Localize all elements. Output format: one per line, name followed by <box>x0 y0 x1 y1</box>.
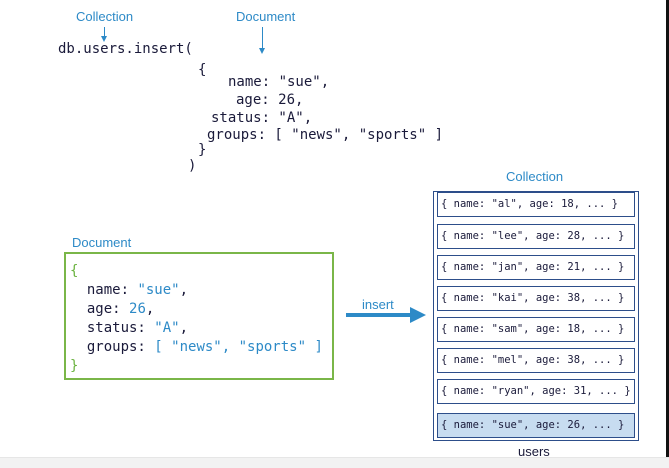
field-status-key: status: <box>86 320 155 336</box>
field-age-value: 26 <box>129 301 146 317</box>
code-line-close-paren: ) <box>188 158 197 174</box>
document-annotation: Document <box>236 9 296 24</box>
field-age-sep: , <box>145 301 155 317</box>
field-groups-key: groups: <box>86 339 155 355</box>
field-groups-value: [ "news", "sports" ] <box>154 339 323 355</box>
document-close-brace: } <box>70 358 79 374</box>
field-status-value: "A" <box>154 320 180 336</box>
insert-arrow <box>346 307 426 323</box>
collection-row: { name: "ryan", age: 31, ... } <box>437 379 635 404</box>
code-line-age: age: 26, <box>236 92 304 108</box>
collection-row: { name: "kai", age: 38, ... } <box>437 286 635 311</box>
field-age-key: age: <box>86 301 130 317</box>
collection-row-inserted: { name: "sue", age: 26, ... } <box>437 413 635 438</box>
code-line-close-brace: } <box>198 142 207 158</box>
document-code: { name: "sue", age: 26, status: "A", gro… <box>70 262 323 376</box>
collection-row: { name: "mel", age: 38, ... } <box>437 348 635 373</box>
field-name-key: name: <box>86 282 138 298</box>
collection-row: { name: "al", age: 18, ... } <box>437 192 635 217</box>
document-pointer-arrow <box>259 27 265 54</box>
bottom-edge <box>0 457 669 468</box>
collection-pointer-arrow <box>101 27 107 42</box>
field-name-sep: , <box>179 282 189 298</box>
insert-label: insert <box>362 297 394 312</box>
code-line-groups: groups: [ "news", "sports" ] <box>207 127 444 143</box>
code-line-call: db.users.insert( <box>58 41 193 57</box>
collection-label: Collection <box>506 169 564 184</box>
document-label: Document <box>72 235 132 250</box>
collection-row: { name: "lee", age: 28, ... } <box>437 224 635 249</box>
code-line-name: name: "sue", <box>228 74 330 90</box>
document-open-brace: { <box>70 263 79 279</box>
code-line-open-brace: { <box>198 62 207 78</box>
field-status-sep: , <box>179 320 189 336</box>
collection-row: { name: "sam", age: 18, ... } <box>437 317 635 342</box>
field-name-value: "sue" <box>137 282 180 298</box>
diagram-canvas: Collection Document db.users.insert( { n… <box>0 0 669 468</box>
collection-row: { name: "jan", age: 21, ... } <box>437 255 635 280</box>
collection-annotation: Collection <box>76 9 134 24</box>
